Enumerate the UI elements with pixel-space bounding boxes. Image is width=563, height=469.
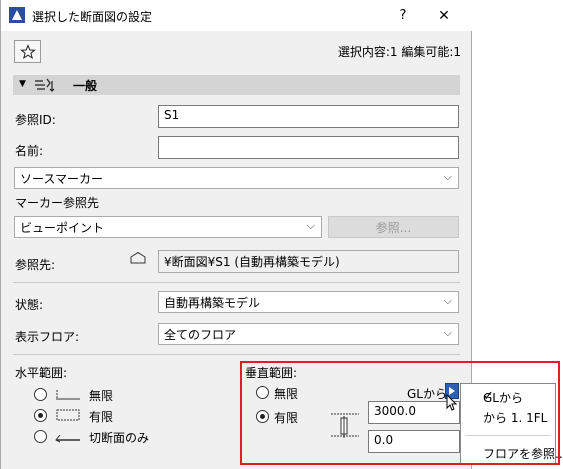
v-range-finite-label: 有限 bbox=[274, 411, 299, 425]
reference-popup-menu: ✓ GLから から 1. 1FL フロアを参照... bbox=[460, 383, 563, 464]
browse-button[interactable]: 参照... bbox=[328, 216, 459, 238]
infinite-range-icon bbox=[56, 390, 80, 400]
display-floor-value: 全てのフロア bbox=[164, 328, 237, 342]
popup-item-floor[interactable]: から 1. 1FL bbox=[461, 406, 555, 426]
popup-item-gl-label: GLから bbox=[483, 391, 523, 405]
v-range-infinite-label: 無限 bbox=[274, 387, 299, 401]
popup-item-floor-label: から 1. 1FL bbox=[483, 411, 548, 425]
vertical-range-icon bbox=[331, 413, 359, 438]
star-icon bbox=[19, 43, 36, 59]
status-value: 自動再構築モデル bbox=[164, 296, 261, 310]
general-panel-header[interactable]: ▼ 一般 bbox=[13, 75, 460, 95]
display-floor-dropdown[interactable]: 全てのフロア ⌵ bbox=[158, 323, 459, 345]
status-dropdown[interactable]: 自動再構築モデル ⌵ bbox=[158, 291, 459, 313]
general-settings-icon bbox=[35, 78, 55, 92]
h-range-cutplane-radio[interactable] bbox=[34, 430, 47, 443]
popup-item-browse-floor-label: フロアを参照... bbox=[483, 447, 563, 461]
collapse-arrow-icon: ▼ bbox=[19, 79, 26, 89]
favorites-button[interactable] bbox=[14, 40, 41, 63]
close-button[interactable]: ✕ bbox=[427, 0, 461, 31]
chevron-down-icon: ⌵ bbox=[306, 219, 315, 232]
chevron-down-icon: ⌵ bbox=[443, 294, 452, 307]
name-label: 名前: bbox=[15, 144, 44, 158]
ref-id-label: 参照ID: bbox=[15, 113, 56, 127]
popup-item-gl[interactable]: ✓ GLから bbox=[461, 386, 555, 406]
status-label: 状態: bbox=[15, 298, 44, 312]
v-range-infinite-radio[interactable] bbox=[256, 386, 269, 399]
reference-level-label: GLから bbox=[407, 387, 447, 401]
vertical-range-label: 垂直範囲: bbox=[245, 366, 298, 380]
help-button[interactable]: ? bbox=[389, 0, 417, 31]
name-field[interactable] bbox=[158, 136, 459, 159]
divider bbox=[13, 354, 460, 355]
ref-id-field[interactable]: S1 bbox=[158, 105, 459, 128]
display-floor-label: 表示フロア: bbox=[15, 330, 80, 344]
title-bar: 選択した断面図の設定 ? ✕ bbox=[1, 0, 472, 31]
marker-type-value: ソースマーカー bbox=[20, 172, 104, 186]
marker-ref-label: マーカー参照先 bbox=[15, 196, 100, 210]
selection-info: 選択内容:1 編集可能:1 bbox=[337, 45, 461, 59]
h-range-infinite-label: 無限 bbox=[89, 389, 114, 403]
window-title: 選択した断面図の設定 bbox=[32, 10, 153, 24]
settings-dialog: 選択した断面図の設定 ? ✕ 選択内容:1 編集可能:1 ▼ 一般 参照ID: … bbox=[0, 0, 472, 469]
finite-range-icon bbox=[56, 409, 80, 421]
h-range-infinite-radio[interactable] bbox=[34, 388, 47, 401]
marker-type-dropdown[interactable]: ソースマーカー ⌵ bbox=[14, 167, 459, 189]
marker-ref-value: ビューポイント bbox=[20, 221, 105, 235]
popup-item-browse-floor[interactable]: フロアを参照... bbox=[461, 442, 563, 462]
h-range-finite-label: 有限 bbox=[89, 410, 114, 424]
horizontal-range-label: 水平範囲: bbox=[15, 366, 68, 380]
popup-divider bbox=[465, 435, 551, 436]
cut-plane-icon bbox=[55, 434, 80, 443]
h-range-finite-radio[interactable] bbox=[34, 409, 47, 422]
house-icon bbox=[130, 251, 146, 264]
bottom-value-field[interactable]: 0.0 bbox=[368, 430, 460, 453]
chevron-down-icon: ⌵ bbox=[443, 326, 452, 339]
panel-title: 一般 bbox=[73, 79, 98, 93]
mouse-cursor-icon bbox=[446, 394, 458, 411]
app-icon bbox=[9, 7, 25, 23]
chevron-down-icon: ⌵ bbox=[443, 170, 452, 183]
divider bbox=[13, 282, 460, 283]
h-range-cutplane-label: 切断面のみ bbox=[89, 431, 150, 445]
ref-to-label: 参照先: bbox=[15, 258, 56, 272]
marker-ref-dropdown[interactable]: ビューポイント ⌵ bbox=[14, 216, 322, 238]
ref-to-field: ¥断面図¥S1 (自動再構築モデル) bbox=[158, 250, 459, 273]
v-range-finite-radio[interactable] bbox=[256, 410, 269, 423]
